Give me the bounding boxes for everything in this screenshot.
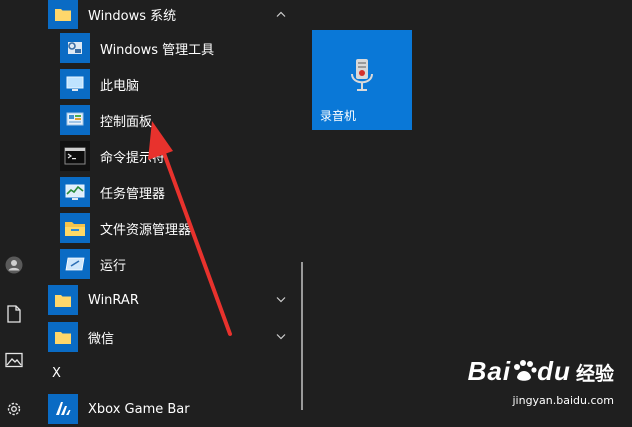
start-rail xyxy=(0,0,28,425)
document-icon xyxy=(7,305,21,323)
folder-icon xyxy=(48,322,78,352)
app-list-scrollbar[interactable] xyxy=(301,262,303,410)
file-explorer-icon xyxy=(60,213,90,243)
run-icon xyxy=(60,249,90,279)
list-item-label: 此电脑 xyxy=(100,78,140,94)
folder-icon xyxy=(48,0,78,29)
list-item-label: 任务管理器 xyxy=(100,186,166,202)
list-item-label: Windows 管理工具 xyxy=(100,42,215,58)
pictures-icon xyxy=(5,352,23,368)
admin-tools-icon xyxy=(60,33,90,63)
list-item-label: 运行 xyxy=(100,258,127,274)
user-icon xyxy=(5,256,23,274)
list-item-run[interactable]: 运行 xyxy=(60,246,310,282)
group-winrar[interactable]: WinRAR xyxy=(48,282,298,318)
documents-button[interactable] xyxy=(0,300,28,328)
list-item-label: 文件资源管理器 xyxy=(100,222,192,238)
list-item-file-explorer[interactable]: 文件资源管理器 xyxy=(60,210,310,246)
group-wechat[interactable]: 微信 xyxy=(48,319,298,355)
task-manager-icon xyxy=(60,177,90,207)
chevron-down-icon[interactable] xyxy=(274,330,288,344)
group-label: WinRAR xyxy=(88,292,139,308)
paw-icon xyxy=(514,360,537,381)
list-item-admin-tools[interactable]: Windows 管理工具 xyxy=(60,30,310,66)
group-label: 微信 xyxy=(88,331,115,347)
tile-label: 录音机 xyxy=(320,109,357,123)
cmd-icon xyxy=(60,141,90,171)
gear-icon xyxy=(7,402,21,416)
list-item-this-pc[interactable]: 此电脑 xyxy=(60,66,310,102)
list-item-label: Xbox Game Bar xyxy=(88,401,190,417)
list-item-control-panel[interactable]: 控制面板 xyxy=(60,102,310,138)
watermark-brand: Bai xyxy=(467,356,512,386)
baidu-jingyan-watermark: Bai du 经验 jingyan.baidu.com xyxy=(467,356,614,407)
chevron-up-icon[interactable] xyxy=(274,7,288,21)
chevron-down-icon[interactable] xyxy=(274,293,288,307)
watermark-brand-du: du xyxy=(537,356,571,386)
tile-voice-recorder[interactable]: 录音机 xyxy=(312,30,412,130)
group-label: Windows 系统 xyxy=(88,8,177,24)
app-list: Windows 系统 Windows 管理工具 此电脑 控制面板 命令提示符 任… xyxy=(48,0,298,425)
watermark-jingyan: 经验 xyxy=(575,363,614,385)
this-pc-icon xyxy=(60,69,90,99)
list-item-xbox-game-bar[interactable]: Xbox Game Bar xyxy=(48,391,298,427)
microphone-icon xyxy=(351,59,373,91)
settings-button[interactable] xyxy=(0,395,28,423)
xbox-game-bar-icon xyxy=(48,394,78,424)
control-panel-icon xyxy=(60,105,90,135)
watermark-url: jingyan.baidu.com xyxy=(512,394,614,407)
user-account-button[interactable] xyxy=(0,251,28,279)
letter-header-x[interactable]: X xyxy=(52,366,61,381)
list-item-label: 控制面板 xyxy=(100,114,153,130)
pictures-button[interactable] xyxy=(0,346,28,374)
group-windows-system[interactable]: Windows 系统 xyxy=(48,0,298,32)
list-item-task-manager[interactable]: 任务管理器 xyxy=(60,174,310,210)
list-item-label: 命令提示符 xyxy=(100,150,166,166)
list-item-cmd[interactable]: 命令提示符 xyxy=(60,138,310,174)
folder-icon xyxy=(48,285,78,315)
